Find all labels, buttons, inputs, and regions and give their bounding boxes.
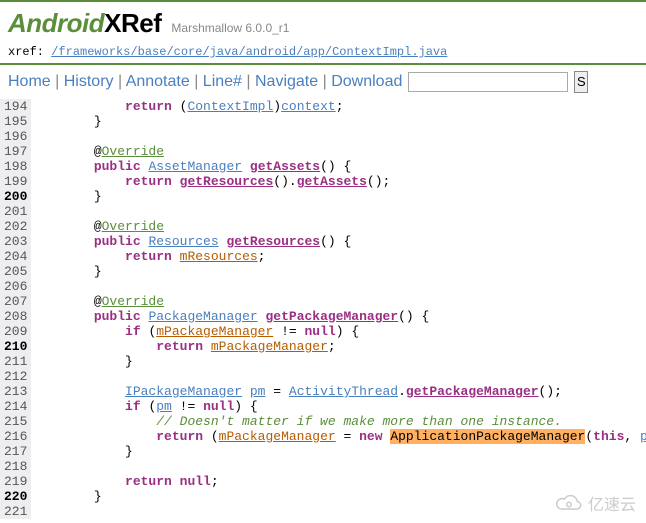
xref-path-segment[interactable]: /core bbox=[166, 45, 202, 59]
code-line: return null; bbox=[31, 474, 646, 489]
code-line bbox=[31, 369, 646, 384]
code-line: @Override bbox=[31, 219, 646, 234]
nav-bar: Home | History | Annotate | Line# | Navi… bbox=[0, 65, 646, 99]
nav-link-navigate[interactable]: Navigate bbox=[255, 73, 318, 90]
line-number[interactable]: 209 bbox=[4, 324, 27, 339]
site-logo: AndroidXRef bbox=[8, 8, 161, 39]
line-number[interactable]: 201 bbox=[4, 204, 27, 219]
line-number[interactable]: 208 bbox=[4, 309, 27, 324]
code-line: } bbox=[31, 264, 646, 279]
code-line bbox=[31, 129, 646, 144]
line-number[interactable]: 197 bbox=[4, 144, 27, 159]
line-number[interactable]: 220 bbox=[4, 489, 27, 504]
nav-link-annotate[interactable]: Annotate bbox=[126, 73, 190, 90]
logo-line: AndroidXRef Marshmallow 6.0.0_r1 bbox=[8, 8, 638, 39]
code-line: if (mPackageManager != null) { bbox=[31, 324, 646, 339]
line-number[interactable]: 219 bbox=[4, 474, 27, 489]
line-number[interactable]: 198 bbox=[4, 159, 27, 174]
xref-label: xref: bbox=[8, 45, 51, 59]
nav-link-download[interactable]: Download bbox=[331, 73, 402, 90]
line-number[interactable]: 207 bbox=[4, 294, 27, 309]
nav-link-history[interactable]: History bbox=[64, 73, 114, 90]
xref-path-segment[interactable]: /java bbox=[202, 45, 238, 59]
line-number[interactable]: 210 bbox=[4, 339, 27, 354]
line-number[interactable]: 213 bbox=[4, 384, 27, 399]
line-gutter[interactable]: 1941951961971981992002012022032042052062… bbox=[0, 99, 31, 519]
xref-path-segment[interactable]: /ContextImpl.java bbox=[325, 45, 447, 59]
code-line: @Override bbox=[31, 144, 646, 159]
logo-black: XRef bbox=[104, 8, 161, 38]
line-number[interactable]: 211 bbox=[4, 354, 27, 369]
nav-separator: | bbox=[242, 73, 255, 90]
code-line: // Doesn't matter if we make more than o… bbox=[31, 414, 646, 429]
search-input[interactable] bbox=[408, 72, 568, 92]
nav-separator: | bbox=[51, 73, 64, 90]
code-line: } bbox=[31, 114, 646, 129]
xref-path[interactable]: /frameworks/base/core/java/android/app/C… bbox=[51, 45, 447, 59]
nav-separator: | bbox=[190, 73, 203, 90]
code-line: public PackageManager getPackageManager(… bbox=[31, 309, 646, 324]
version-label: Marshmallow 6.0.0_r1 bbox=[171, 21, 289, 35]
code-line bbox=[31, 459, 646, 474]
code-area: 1941951961971981992002012022032042052062… bbox=[0, 99, 646, 519]
code-line: return getResources().getAssets(); bbox=[31, 174, 646, 189]
code-line: return mResources; bbox=[31, 249, 646, 264]
line-number[interactable]: 206 bbox=[4, 279, 27, 294]
line-number[interactable]: 200 bbox=[4, 189, 27, 204]
code-line: public AssetManager getAssets() { bbox=[31, 159, 646, 174]
code-line: if (pm != null) { bbox=[31, 399, 646, 414]
nav-separator: | bbox=[318, 73, 331, 90]
code-line: public Resources getResources() { bbox=[31, 234, 646, 249]
code-line: return (mPackageManager = new Applicatio… bbox=[31, 429, 646, 444]
line-number[interactable]: 218 bbox=[4, 459, 27, 474]
highlighted-symbol[interactable]: ApplicationPackageManager bbox=[390, 429, 585, 444]
line-number[interactable]: 199 bbox=[4, 174, 27, 189]
code-line: IPackageManager pm = ActivityThread.getP… bbox=[31, 384, 646, 399]
nav-separator: | bbox=[114, 73, 126, 90]
xref-path-segment[interactable]: /android bbox=[238, 45, 296, 59]
line-number[interactable]: 212 bbox=[4, 369, 27, 384]
xref-path-segment[interactable]: /app bbox=[296, 45, 325, 59]
line-number[interactable]: 204 bbox=[4, 249, 27, 264]
code-line: return (ContextImpl)context; bbox=[31, 99, 646, 114]
code-line: @Override bbox=[31, 294, 646, 309]
code-line: return mPackageManager; bbox=[31, 339, 646, 354]
xref-path-segment[interactable]: /frameworks bbox=[51, 45, 130, 59]
line-number[interactable]: 217 bbox=[4, 444, 27, 459]
header: AndroidXRef Marshmallow 6.0.0_r1 xref: /… bbox=[0, 0, 646, 61]
cloud-icon bbox=[554, 493, 584, 513]
line-number[interactable]: 221 bbox=[4, 504, 27, 519]
source-code[interactable]: return (ContextImpl)context; } @Override… bbox=[31, 99, 646, 519]
watermark: 亿速云 bbox=[554, 491, 636, 515]
logo-green: Android bbox=[8, 8, 104, 38]
code-line bbox=[31, 279, 646, 294]
nav-link-line[interactable]: Line# bbox=[203, 73, 242, 90]
line-number[interactable]: 194 bbox=[4, 99, 27, 114]
nav-link-home[interactable]: Home bbox=[8, 73, 51, 90]
line-number[interactable]: 205 bbox=[4, 264, 27, 279]
xref-path-segment[interactable]: /base bbox=[130, 45, 166, 59]
watermark-text: 亿速云 bbox=[588, 491, 636, 515]
code-line: } bbox=[31, 354, 646, 369]
xref-line: xref: /frameworks/base/core/java/android… bbox=[8, 45, 638, 59]
line-number[interactable]: 214 bbox=[4, 399, 27, 414]
line-number[interactable]: 203 bbox=[4, 234, 27, 249]
line-number[interactable]: 215 bbox=[4, 414, 27, 429]
line-number[interactable]: 202 bbox=[4, 219, 27, 234]
line-number[interactable]: 196 bbox=[4, 129, 27, 144]
code-line bbox=[31, 204, 646, 219]
code-line: } bbox=[31, 189, 646, 204]
search-button[interactable]: S bbox=[574, 71, 588, 93]
code-line: } bbox=[31, 444, 646, 459]
line-number[interactable]: 216 bbox=[4, 429, 27, 444]
line-number[interactable]: 195 bbox=[4, 114, 27, 129]
